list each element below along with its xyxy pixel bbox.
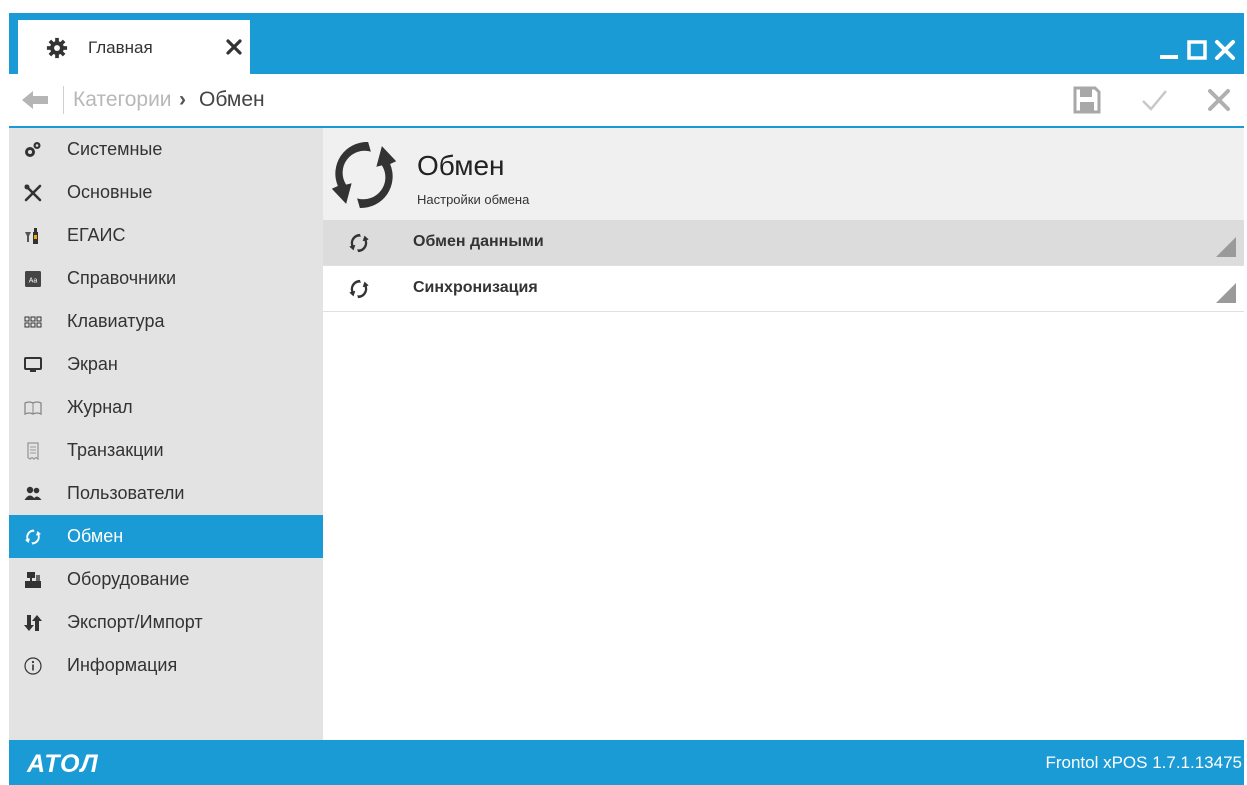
section-header: Обмен Настройки обмена [323,128,1244,220]
sidebar-item-transactions[interactable]: Транзакции [9,429,323,472]
sidebar-item-label: Обмен [67,526,124,546]
dictionary-icon: Aa [24,270,42,288]
sidebar: Системные Основные ЕГАИС Aa Справочники [9,128,323,740]
tools-icon [24,184,42,202]
svg-text:Aa: Aa [29,277,38,284]
back-arrow-icon[interactable] [21,90,49,110]
sidebar-item-system[interactable]: Системные [9,128,323,171]
breadcrumb-current: Обмен [199,88,265,111]
gears-icon [24,141,42,159]
breadcrumb-root[interactable]: Категории [73,88,172,112]
sidebar-item-label: ЕГАИС [67,225,126,245]
minimize-icon[interactable] [1158,39,1180,61]
breadcrumb-chevron: › [179,88,186,111]
monitor-icon [24,356,42,374]
sidebar-item-label: Транзакции [67,440,164,460]
sidebar-item-label: Пользователи [67,483,185,503]
close-tab-icon[interactable] [226,39,242,55]
users-icon [24,485,42,503]
section-row-label: Синхронизация [413,279,538,296]
app-window: Главная Категории › Обмен Системные Осно… [9,13,1244,785]
section-row-label: Обмен данными [413,233,544,250]
sidebar-item-main[interactable]: Основные [9,171,323,214]
sidebar-item-label: Системные [67,139,163,159]
expand-corner-icon [1216,237,1236,257]
sidebar-item-label: Оборудование [67,569,190,589]
sidebar-item-label: Справочники [67,268,177,288]
sidebar-item-egais[interactable]: ЕГАИС [9,214,323,257]
tab-label: Главная [88,38,153,57]
sync-icon [349,279,369,299]
sidebar-item-export-import[interactable]: Экспорт/Импорт [9,601,323,644]
sidebar-item-label: Журнал [67,397,133,417]
close-icon[interactable] [1214,39,1236,61]
sync-icon [331,141,397,209]
export-import-icon [24,614,42,632]
sidebar-item-journal[interactable]: Журнал [9,386,323,429]
maximize-icon[interactable] [1186,39,1208,61]
title-bar: Главная [9,13,1244,74]
atol-logo: ATOЛ [27,750,99,778]
section-row-sync[interactable]: Синхронизация [323,266,1244,312]
tab-main[interactable]: Главная [18,20,250,74]
bottles-icon [24,227,42,245]
sidebar-item-label: Экран [67,354,118,374]
sidebar-item-exchange[interactable]: Обмен [9,515,323,558]
keyboard-icon [24,313,42,331]
save-icon[interactable] [1073,86,1101,114]
sidebar-item-label: Клавиатура [67,311,165,331]
version-label: Frontol xPOS 1.7.1.13475 [1045,753,1242,772]
apply-check-icon[interactable] [1140,86,1168,114]
cash-register-icon [24,571,42,589]
breadcrumb-divider [63,86,64,114]
sidebar-item-info[interactable]: Информация [9,644,323,687]
gear-icon [46,37,68,59]
content-pane: Обмен Настройки обмена Обмен данными Син… [323,128,1244,740]
sidebar-item-screen[interactable]: Экран [9,343,323,386]
sidebar-item-label: Экспорт/Импорт [67,612,203,632]
status-bar: ATOЛ Frontol xPOS 1.7.1.13475 [9,740,1244,785]
breadcrumb-toolbar: Категории › Обмен [9,74,1244,128]
cancel-x-icon[interactable] [1205,86,1233,114]
page-subtitle: Настройки обмена [417,192,530,207]
page-title: Обмен [417,150,505,181]
sidebar-item-label: Информация [67,655,178,675]
sync-icon [349,233,369,253]
sidebar-item-equipment[interactable]: Оборудование [9,558,323,601]
window-controls [1158,39,1236,61]
expand-corner-icon [1216,283,1236,303]
sidebar-item-dictionaries[interactable]: Aa Справочники [9,257,323,300]
journal-icon [24,399,42,417]
sidebar-item-label: Основные [67,182,153,202]
receipt-icon [24,441,42,460]
sidebar-item-users[interactable]: Пользователи [9,472,323,515]
info-icon [24,656,42,675]
sidebar-item-keyboard[interactable]: Клавиатура [9,300,323,343]
section-row-data-exchange[interactable]: Обмен данными [323,220,1244,266]
sync-icon [24,528,42,546]
